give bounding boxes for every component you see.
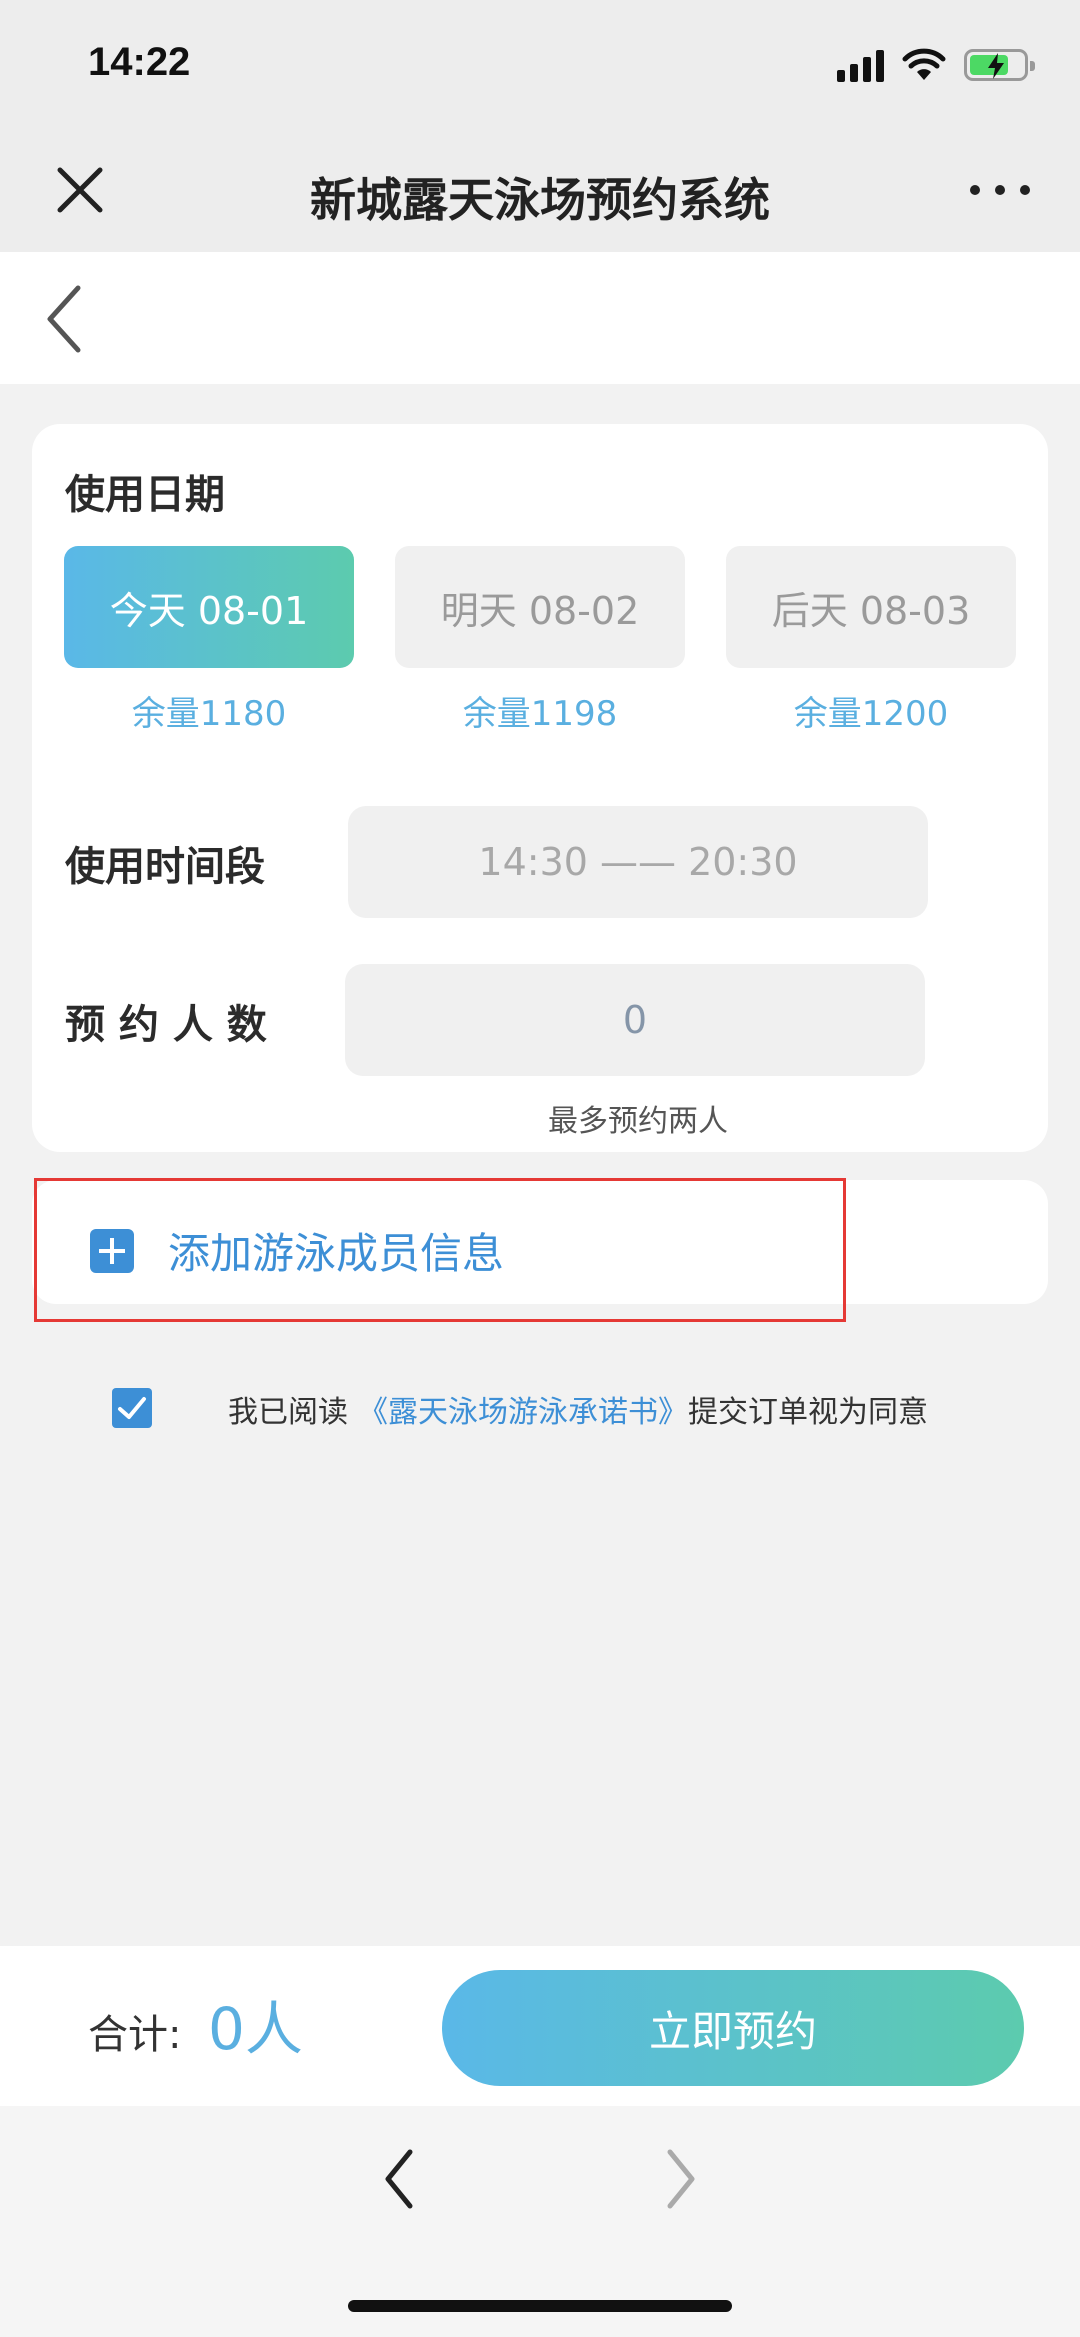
status-time: 14:22 bbox=[88, 40, 191, 84]
plus-square-icon[interactable] bbox=[90, 1229, 134, 1273]
agreement-suffix: 提交订单视为同意 bbox=[688, 1395, 928, 1430]
date-option-today[interactable]: 今天 08-01 bbox=[64, 546, 354, 668]
remaining-day-after: 余量1200 bbox=[793, 694, 949, 734]
people-limit-hint: 最多预约两人 bbox=[548, 1104, 728, 1139]
more-icon[interactable] bbox=[970, 170, 1030, 210]
agreement-text: 我已阅读 《露天泳场游泳承诺书》提交订单视为同意 bbox=[228, 1387, 928, 1431]
chevron-left-icon[interactable] bbox=[380, 2146, 420, 2212]
status-bar: 14:22 bbox=[0, 0, 1080, 130]
time-slot-field[interactable]: 14:30 —— 20:30 bbox=[348, 806, 928, 918]
agreement-checkbox[interactable] bbox=[112, 1388, 152, 1428]
page-title: 新城露天泳场预约系统 bbox=[310, 173, 770, 227]
bottom-action-bar: 合计: 0人 立即预约 bbox=[0, 1946, 1080, 2106]
check-icon bbox=[118, 1397, 146, 1419]
booking-card: 使用日期 今天 08-01 明天 08-02 后天 08-03 余量1180 余… bbox=[32, 424, 1048, 1152]
nav-header: 新城露天泳场预约系统 bbox=[0, 130, 1080, 252]
time-section-label: 使用时间段 bbox=[65, 844, 265, 890]
people-section-label: 预 约 人 数 bbox=[65, 1002, 267, 1048]
home-indicator[interactable] bbox=[348, 2300, 732, 2312]
back-bar bbox=[0, 252, 1080, 384]
agreement-link[interactable]: 《露天泳场游泳承诺书》 bbox=[358, 1395, 688, 1430]
date-option-tomorrow[interactable]: 明天 08-02 bbox=[395, 546, 685, 668]
people-count-field[interactable]: 0 bbox=[345, 964, 925, 1076]
date-option-day-after[interactable]: 后天 08-03 bbox=[726, 546, 1016, 668]
total-label: 合计: bbox=[88, 2012, 182, 2058]
remaining-today: 余量1180 bbox=[131, 694, 287, 734]
remaining-tomorrow: 余量1198 bbox=[462, 694, 618, 734]
battery-charging-icon bbox=[964, 49, 1035, 81]
agreement-prefix: 我已阅读 bbox=[228, 1395, 348, 1430]
chevron-left-icon[interactable] bbox=[40, 282, 90, 356]
signal-icon bbox=[837, 48, 884, 82]
wifi-icon bbox=[902, 48, 946, 80]
add-member-label[interactable]: 添加游泳成员信息 bbox=[168, 1220, 504, 1281]
total-value: 0人 bbox=[208, 1995, 303, 2063]
submit-booking-button[interactable]: 立即预约 bbox=[442, 1970, 1024, 2086]
date-section-label: 使用日期 bbox=[65, 472, 225, 518]
status-icons bbox=[837, 48, 1035, 82]
chevron-right-icon[interactable] bbox=[660, 2146, 700, 2212]
